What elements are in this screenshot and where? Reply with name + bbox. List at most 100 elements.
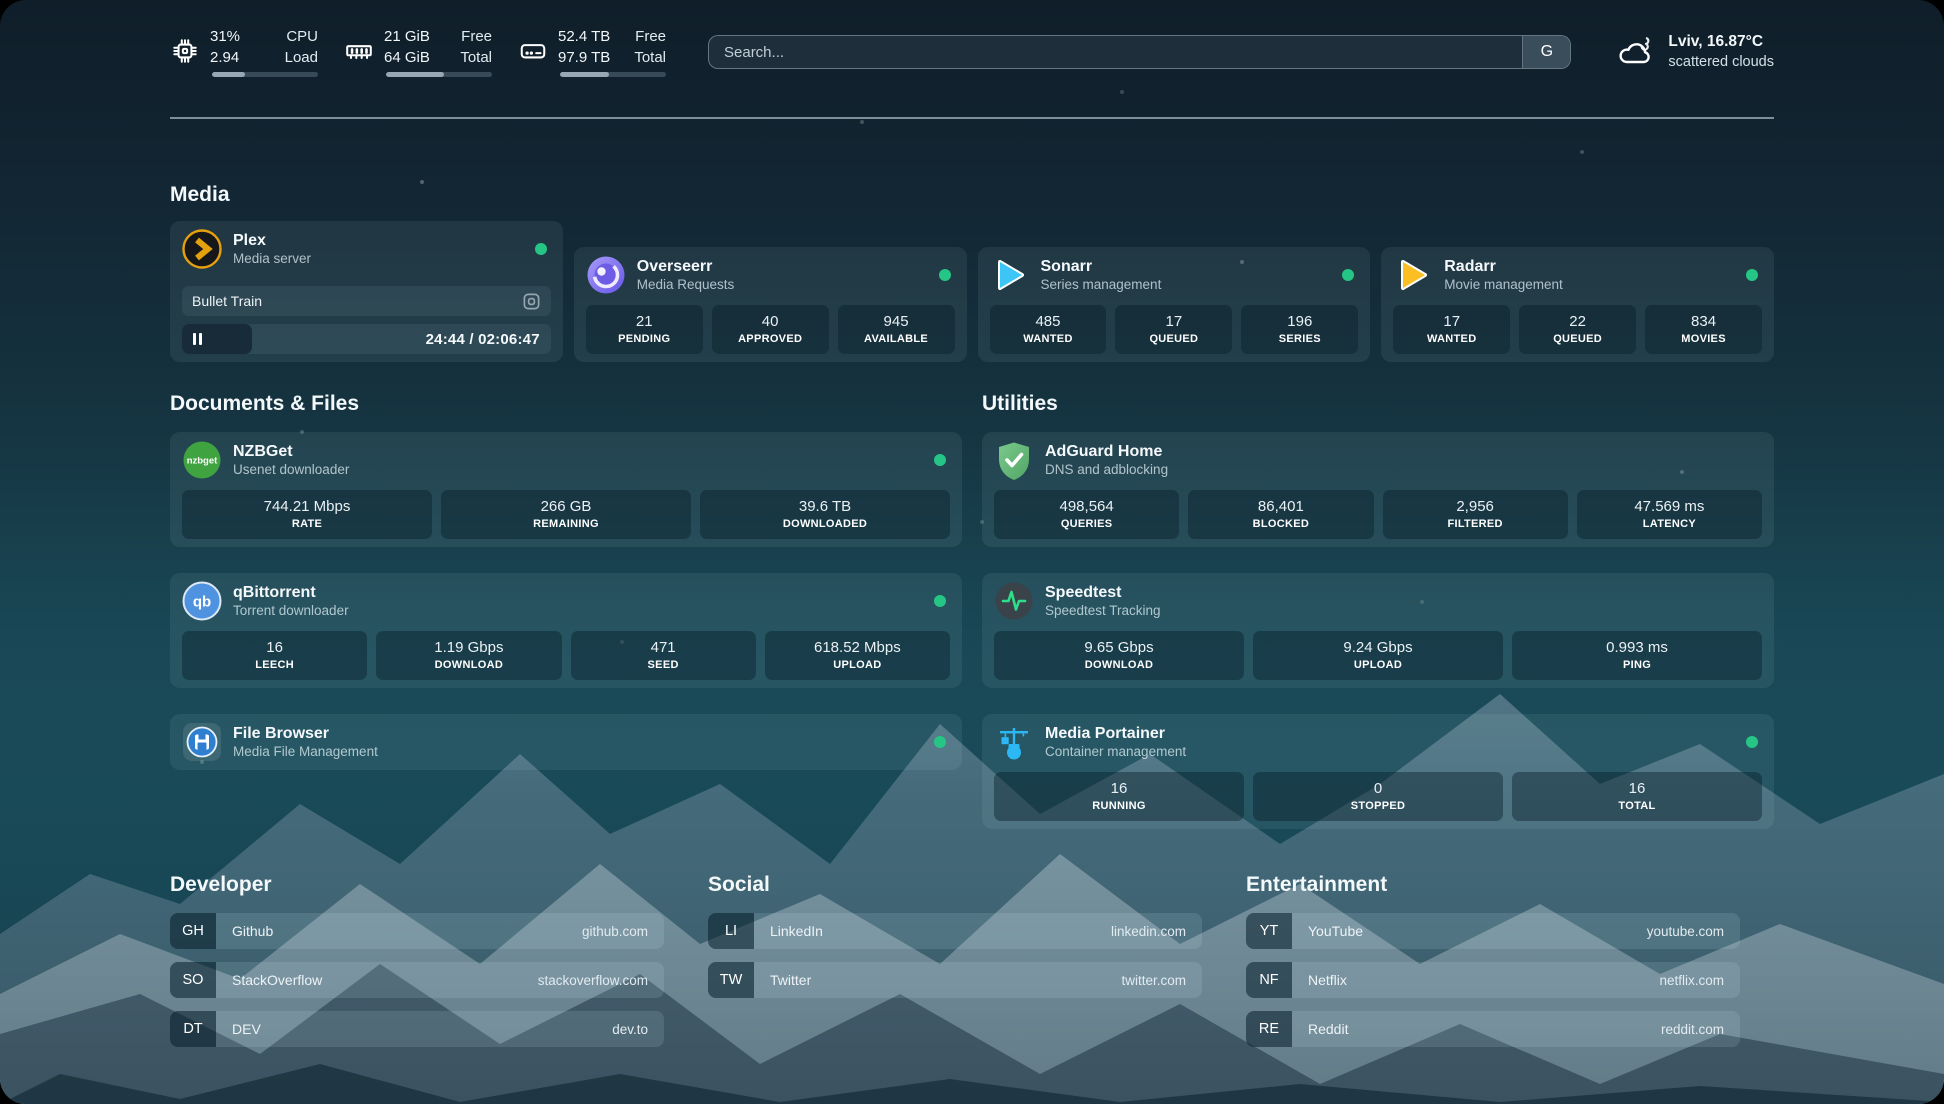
stat-block: 47.569 msLATENCY bbox=[1577, 490, 1762, 539]
status-dot bbox=[934, 736, 946, 748]
service-name: Speedtest bbox=[1045, 583, 1161, 603]
weather-widget: Lviv, 16.87°C scattered clouds bbox=[1615, 32, 1774, 71]
bookmark-group-social: Social LI LinkedInlinkedin.com TW Twitte… bbox=[708, 873, 1202, 1060]
stat-block: 945AVAILABLE bbox=[838, 305, 955, 354]
bookmark-github[interactable]: GH Githubgithub.com bbox=[170, 913, 664, 949]
topbar-separator bbox=[170, 117, 1774, 119]
playback-progress-bar: 24:44 / 02:06:47 bbox=[182, 324, 551, 354]
bookmark-url: github.com bbox=[582, 924, 648, 939]
resource-widgets: 31% 2.94 CPU Load bbox=[170, 27, 666, 77]
service-subtitle: Series management bbox=[1041, 277, 1162, 294]
status-dot bbox=[535, 243, 547, 255]
dashboard: 31% 2.94 CPU Load bbox=[0, 0, 1944, 1104]
now-playing-row: Bullet Train bbox=[182, 286, 551, 316]
bookmark-abbr: YT bbox=[1246, 913, 1292, 949]
filebrowser-card[interactable]: File Browser Media File Management bbox=[170, 714, 962, 770]
cpu-icon bbox=[170, 36, 200, 66]
adguard-card[interactable]: AdGuard Home DNS and adblocking 498,564Q… bbox=[982, 432, 1774, 547]
section-heading-media: Media bbox=[170, 183, 1774, 207]
bookmark-name: Twitter bbox=[770, 972, 811, 988]
service-subtitle: Media Requests bbox=[637, 277, 735, 294]
stat-block: 0STOPPED bbox=[1253, 772, 1503, 821]
cpu-progress-track bbox=[212, 72, 318, 77]
service-name: File Browser bbox=[233, 724, 378, 744]
disk-icon bbox=[518, 36, 548, 66]
overseerr-card[interactable]: Overseerr Media Requests 21PENDING 40APP… bbox=[574, 247, 967, 362]
bookmark-name: DEV bbox=[232, 1021, 261, 1037]
filebrowser-icon bbox=[182, 722, 222, 762]
speedtest-icon bbox=[994, 581, 1034, 621]
bookmark-url: netflix.com bbox=[1659, 973, 1724, 988]
bookmark-twitter[interactable]: TW Twittertwitter.com bbox=[708, 962, 1202, 998]
portainer-card[interactable]: Media Portainer Container management 16R… bbox=[982, 714, 1774, 829]
sonarr-card[interactable]: Sonarr Series management 485WANTED 17QUE… bbox=[978, 247, 1371, 362]
bookmark-url: youtube.com bbox=[1647, 924, 1724, 939]
pause-icon bbox=[193, 333, 202, 345]
bookmark-dev[interactable]: DT DEVdev.to bbox=[170, 1011, 664, 1047]
stat-block: 0.993 msPING bbox=[1512, 631, 1762, 680]
qbittorrent-icon: qb bbox=[182, 581, 222, 621]
top-bar: 31% 2.94 CPU Load bbox=[170, 26, 1774, 78]
cpu-values: 31% 2.94 bbox=[210, 27, 268, 68]
section-heading-developer: Developer bbox=[170, 873, 664, 897]
video-icon bbox=[522, 292, 541, 311]
search-input[interactable] bbox=[708, 35, 1571, 69]
stat-block: 1.19 GbpsDOWNLOAD bbox=[376, 631, 561, 680]
search-provider-button[interactable]: G bbox=[1522, 36, 1570, 68]
bookmark-name: StackOverflow bbox=[232, 972, 322, 988]
stat-block: 471SEED bbox=[571, 631, 756, 680]
svg-text:qb: qb bbox=[193, 594, 211, 611]
bookmark-name: YouTube bbox=[1308, 923, 1363, 939]
stat-block: 21PENDING bbox=[586, 305, 703, 354]
bookmark-stackoverflow[interactable]: SO StackOverflowstackoverflow.com bbox=[170, 962, 664, 998]
stat-block: 16LEECH bbox=[182, 631, 367, 680]
plex-card[interactable]: Plex Media server Bullet Train bbox=[170, 221, 563, 362]
service-name: Plex bbox=[233, 231, 311, 251]
cpu-labels: CPU Load bbox=[278, 27, 318, 68]
qbittorrent-card[interactable]: qb qBittorrent Torrent downloader 16LEEC… bbox=[170, 573, 962, 688]
weather-location-temp: Lviv, 16.87°C bbox=[1668, 32, 1774, 53]
status-dot bbox=[939, 269, 951, 281]
stat-block: 39.6 TBDOWNLOADED bbox=[700, 490, 950, 539]
stat-block: 266 GBREMAINING bbox=[441, 490, 691, 539]
documents-column: Documents & Files nzbget NZBGet Usenet d… bbox=[170, 392, 962, 829]
utilities-column: Utilities AdGuard Home DNS and adblockin… bbox=[982, 392, 1774, 829]
memory-values: 21 GiB 64 GiB bbox=[384, 27, 442, 68]
bookmark-netflix[interactable]: NF Netflixnetflix.com bbox=[1246, 962, 1740, 998]
service-subtitle: Torrent downloader bbox=[233, 603, 349, 620]
stat-block: 17WANTED bbox=[1393, 305, 1510, 354]
portainer-icon bbox=[994, 722, 1034, 762]
service-subtitle: Usenet downloader bbox=[233, 462, 349, 479]
status-dot bbox=[1746, 269, 1758, 281]
service-subtitle: Media server bbox=[233, 251, 311, 268]
memory-progress-track bbox=[386, 72, 492, 77]
memory-widget: 21 GiB 64 GiB Free Total bbox=[344, 27, 492, 77]
bookmark-linkedin[interactable]: LI LinkedInlinkedin.com bbox=[708, 913, 1202, 949]
service-name: Overseerr bbox=[637, 257, 735, 277]
media-grid: Plex Media server Bullet Train bbox=[170, 221, 1774, 362]
cpu-widget: 31% 2.94 CPU Load bbox=[170, 27, 318, 77]
stat-block: 196SERIES bbox=[1241, 305, 1358, 354]
disk-values: 52.4 TB 97.9 TB bbox=[558, 27, 616, 68]
service-name: NZBGet bbox=[233, 442, 349, 462]
bookmark-abbr: LI bbox=[708, 913, 754, 949]
service-subtitle: DNS and adblocking bbox=[1045, 462, 1168, 479]
disk-widget: 52.4 TB 97.9 TB Free Total bbox=[518, 27, 666, 77]
section-heading-entertainment: Entertainment bbox=[1246, 873, 1740, 897]
now-playing-title: Bullet Train bbox=[192, 293, 262, 309]
nzbget-card[interactable]: nzbget NZBGet Usenet downloader 744.21 M… bbox=[170, 432, 962, 547]
bookmark-group-entertainment: Entertainment YT YouTube youtube.com NF N… bbox=[1246, 873, 1740, 1060]
service-name: AdGuard Home bbox=[1045, 442, 1168, 462]
stat-block: 744.21 MbpsRATE bbox=[182, 490, 432, 539]
stat-block: 9.65 GbpsDOWNLOAD bbox=[994, 631, 1244, 680]
bookmark-url: twitter.com bbox=[1121, 973, 1186, 988]
bookmark-reddit[interactable]: RE Redditreddit.com bbox=[1246, 1011, 1740, 1047]
radarr-card[interactable]: Radarr Movie management 17WANTED 22QUEUE… bbox=[1381, 247, 1774, 362]
bookmark-url: dev.to bbox=[612, 1022, 648, 1037]
bookmark-group-developer: Developer GH Githubgithub.com SO StackOv… bbox=[170, 873, 664, 1060]
service-subtitle: Media File Management bbox=[233, 744, 378, 761]
svg-text:nzbget: nzbget bbox=[187, 456, 218, 467]
speedtest-card[interactable]: Speedtest Speedtest Tracking 9.65 GbpsDO… bbox=[982, 573, 1774, 688]
disk-progress-fill bbox=[560, 72, 609, 77]
bookmark-youtube[interactable]: YT YouTube youtube.com bbox=[1246, 913, 1740, 949]
